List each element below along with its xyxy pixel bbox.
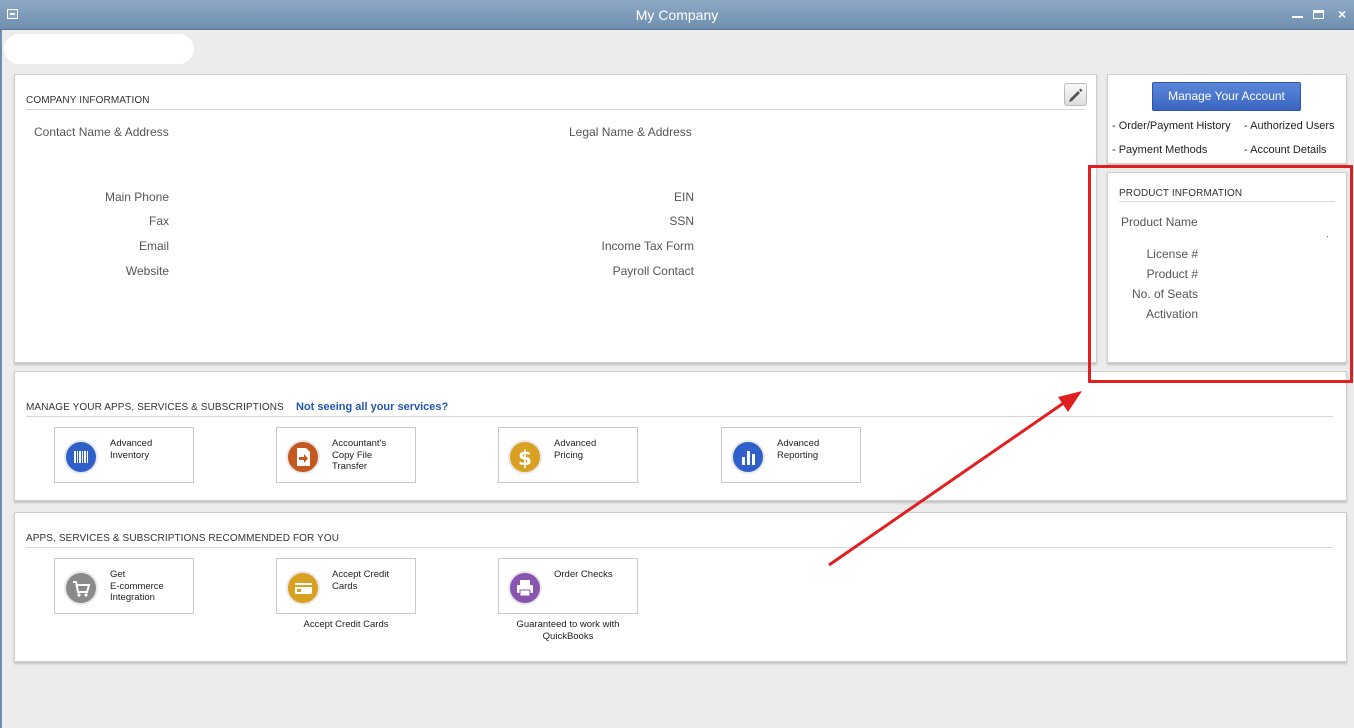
caption-line: QuickBooks: [542, 631, 594, 642]
accept-credit-cards-tile[interactable]: Accept Credit Cards: [276, 558, 416, 614]
minimize-button[interactable]: [1292, 6, 1303, 18]
advanced-pricing-tile[interactable]: $ Advanced Pricing: [498, 427, 638, 483]
order-payment-history-link[interactable]: - Order/Payment History: [1112, 120, 1231, 132]
svg-text:$: $: [518, 446, 532, 470]
tile-label-line: Cards: [332, 580, 358, 592]
tile-label-line: Accountant's: [332, 438, 387, 449]
website-label: Website: [125, 264, 169, 278]
tile-label-line: Order Checks: [554, 569, 613, 580]
window-title: My Company: [635, 7, 719, 23]
legal-name-address-label: Legal Name & Address: [569, 125, 692, 139]
not-seeing-services-link[interactable]: Not seeing all your services?: [296, 401, 448, 413]
divider: [26, 109, 1084, 110]
account-details-link[interactable]: - Account Details: [1244, 144, 1327, 156]
manage-apps-title: MANAGE YOUR APPS, SERVICES & SUBSCRIPTIO…: [26, 402, 284, 413]
ein-label: EIN: [673, 190, 694, 204]
manage-apps-panel: [14, 371, 1347, 501]
close-icon: ×: [1338, 6, 1347, 22]
manage-account-button[interactable]: Manage Your Account: [1152, 82, 1301, 111]
tile-label-line: Integration: [110, 592, 155, 603]
company-info-panel: [14, 74, 1097, 363]
bar-chart-icon: [731, 440, 765, 474]
window-titlebar: My Company ×: [0, 0, 1354, 30]
tile-label-line: Advanced: [110, 438, 153, 449]
divider: [26, 416, 1333, 417]
edit-company-button[interactable]: [1064, 83, 1087, 106]
tile-caption: Accept Credit Cards: [303, 619, 389, 630]
ecommerce-integration-tile[interactable]: Get E-commerce Integration: [54, 558, 194, 614]
fax-label: Fax: [148, 214, 169, 228]
barcode-icon: [64, 440, 98, 474]
tile-caption: Guaranteed to work with QuickBooks: [498, 619, 638, 643]
accountants-copy-file-transfer-tile[interactable]: Accountant's Copy File Transfer: [276, 427, 416, 483]
company-info-title: COMPANY INFORMATION: [26, 95, 150, 106]
credit-card-icon: [286, 571, 320, 605]
advanced-inventory-tile[interactable]: Advanced Inventory: [54, 427, 194, 483]
payroll-contact-label: Payroll Contact: [612, 264, 694, 278]
income-tax-form-label: Income Tax Form: [601, 239, 694, 253]
main-phone-label: Main Phone: [104, 190, 169, 204]
redacted-company-name: [4, 34, 194, 64]
tile-label-line: E-commerce: [110, 580, 164, 592]
order-checks-tile[interactable]: Order Checks: [498, 558, 638, 614]
maximize-icon: [1313, 10, 1324, 19]
dollar-icon: $: [508, 440, 542, 474]
tile-label-line: Transfer: [332, 461, 368, 472]
caption-line: Guaranteed to work with: [516, 619, 620, 630]
tile-label-line: Pricing: [554, 449, 584, 461]
authorized-users-link[interactable]: - Authorized Users: [1244, 120, 1334, 132]
annotation-arrow: [828, 391, 1082, 567]
payment-methods-link[interactable]: - Payment Methods: [1112, 144, 1207, 156]
contact-name-address-label: Contact Name & Address: [34, 125, 169, 139]
email-label: Email: [138, 239, 169, 253]
recommended-title: APPS, SERVICES & SUBSCRIPTIONS RECOMMEND…: [26, 533, 340, 544]
maximize-button[interactable]: [1313, 6, 1324, 19]
tile-label-line: Get: [110, 569, 126, 580]
printer-icon: [508, 571, 542, 605]
highlight-box: [1088, 165, 1353, 383]
pencil-icon: [1069, 88, 1083, 102]
tile-label-line: Copy File: [332, 449, 373, 461]
divider: [26, 547, 1333, 548]
minimize-icon: [1292, 16, 1303, 18]
tile-label-line: Advanced: [554, 438, 597, 449]
tile-label-line: Accept Credit: [332, 569, 390, 580]
file-transfer-icon: [286, 440, 320, 474]
shopping-cart-icon: [64, 571, 98, 605]
ssn-label: SSN: [669, 214, 694, 228]
close-button[interactable]: ×: [1338, 6, 1346, 22]
tile-label-line: Inventory: [110, 449, 150, 461]
window-border: [0, 30, 2, 728]
